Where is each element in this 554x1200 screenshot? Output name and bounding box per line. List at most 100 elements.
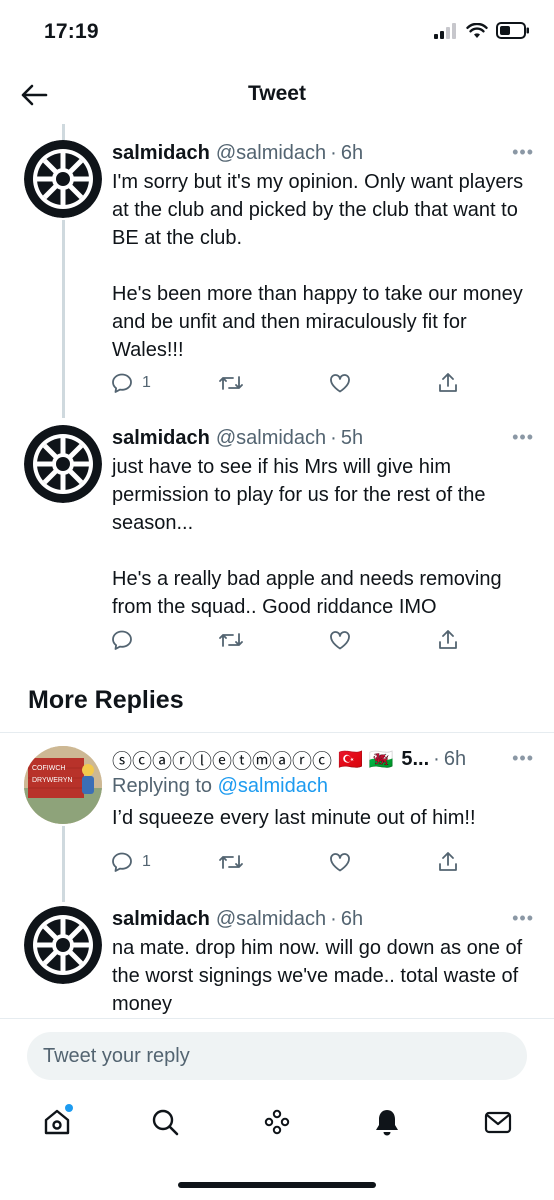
- tab-search[interactable]: [145, 1102, 185, 1142]
- tweet-body: salmidach @salmidach · 6h ••• na mate. d…: [112, 906, 534, 1018]
- tweet-header: salmidach @salmidach · 5h •••: [112, 425, 534, 451]
- reply-button[interactable]: 1: [110, 370, 151, 396]
- more-options-icon[interactable]: •••: [512, 142, 534, 163]
- reply-button[interactable]: [110, 627, 134, 653]
- avatar[interactable]: [24, 140, 102, 218]
- more-options-icon[interactable]: •••: [512, 748, 534, 769]
- tab-spaces[interactable]: [257, 1102, 297, 1142]
- status-bar: 17:19: [0, 0, 554, 66]
- more-options-icon[interactable]: •••: [512, 427, 534, 448]
- separator-dot: ·: [433, 747, 440, 770]
- notifications-icon: [376, 1110, 398, 1136]
- username[interactable]: @salmidach: [216, 908, 326, 931]
- username[interactable]: 5...: [401, 748, 429, 771]
- reply-composer: [0, 1018, 554, 1092]
- reply-icon: [112, 852, 132, 872]
- separator-dot: ·: [330, 426, 337, 449]
- display-name[interactable]: salmidach: [112, 427, 210, 450]
- more-replies-heading: More Replies: [28, 686, 184, 714]
- share-icon: [439, 373, 457, 392]
- empire-emblem-icon: [24, 140, 102, 218]
- timestamp[interactable]: 6h: [444, 748, 466, 771]
- separator-dot: ·: [330, 141, 337, 164]
- navigation-bar: Tweet: [0, 66, 554, 124]
- tweet[interactable]: COFIWCH DRYWERYN ⓢⓒⓐⓡⓛⓔⓣⓜⓐⓡⓒ 🇹🇷 🏴󠁧󠁢󠁷󠁬󠁳󠁿 …: [0, 746, 554, 886]
- retweet-icon: [219, 633, 243, 647]
- avatar[interactable]: [24, 906, 102, 984]
- avatar[interactable]: [24, 425, 102, 503]
- empire-emblem-icon: [24, 425, 102, 503]
- tweet-actions: [110, 627, 480, 653]
- tweet-text: na mate. drop him now. will go down as o…: [112, 937, 528, 1015]
- tweet[interactable]: salmidach @salmidach · 6h ••• na mate. d…: [0, 906, 554, 1018]
- retweet-button[interactable]: [218, 627, 244, 653]
- tweet-actions: 1: [110, 370, 480, 396]
- tweet-text: I’d squeeze every last minute out of him…: [112, 807, 476, 829]
- empire-emblem-icon: [24, 906, 102, 984]
- timestamp[interactable]: 6h: [341, 142, 363, 165]
- tweet-body: salmidach @salmidach · 5h ••• just have …: [112, 425, 534, 621]
- heart-icon: [330, 631, 350, 650]
- tab-messages[interactable]: [478, 1102, 518, 1142]
- messages-icon: [484, 1111, 512, 1134]
- display-name[interactable]: salmidach: [112, 142, 210, 165]
- replying-to-mention[interactable]: @salmidach: [218, 775, 328, 797]
- share-icon: [439, 852, 457, 871]
- spaces-icon: [264, 1109, 290, 1135]
- battery-icon: [496, 22, 529, 39]
- avatar-sign-line2: DRYWERYN: [32, 777, 73, 784]
- reply-icon: [112, 630, 132, 650]
- tab-home[interactable]: [37, 1102, 77, 1142]
- replying-to: Replying to @salmidach: [112, 772, 534, 800]
- share-button[interactable]: [436, 849, 460, 875]
- thread-line: [62, 124, 65, 140]
- display-name[interactable]: salmidach: [112, 908, 210, 931]
- share-button[interactable]: [436, 370, 460, 396]
- section-divider: [0, 672, 554, 673]
- tweet[interactable]: salmidach @salmidach · 5h ••• just have …: [0, 425, 554, 665]
- share-icon: [439, 630, 457, 649]
- tweet-body: ⓢⓒⓐⓡⓛⓔⓣⓜⓐⓡⓒ 🇹🇷 🏴󠁧󠁢󠁷󠁬󠁳󠁿 5... · 6h ••• Rep…: [112, 746, 534, 832]
- more-options-icon[interactable]: •••: [512, 908, 534, 929]
- retweet-icon: [219, 855, 243, 869]
- flag-emojis: 🇹🇷 🏴󠁧󠁢󠁷󠁬󠁳󠁿: [338, 748, 394, 771]
- home-indicator: [178, 1182, 376, 1188]
- reply-input[interactable]: [27, 1032, 527, 1080]
- like-button[interactable]: [328, 370, 352, 396]
- section-divider: [0, 732, 554, 733]
- heart-icon: [330, 853, 350, 872]
- retweet-button[interactable]: [218, 370, 244, 396]
- reply-icon: [112, 373, 132, 393]
- username[interactable]: @salmidach: [216, 142, 326, 165]
- wifi-icon: [466, 22, 488, 38]
- tweet-header: salmidach @salmidach · 6h •••: [112, 140, 534, 166]
- tweet-actions: 1: [110, 849, 480, 875]
- like-button[interactable]: [328, 627, 352, 653]
- separator-dot: ·: [330, 907, 337, 930]
- share-button[interactable]: [436, 627, 460, 653]
- tab-notifications[interactable]: [367, 1102, 407, 1142]
- timestamp[interactable]: 5h: [341, 427, 363, 450]
- replying-to-label: Replying to: [112, 775, 213, 797]
- tweet[interactable]: salmidach @salmidach · 6h ••• I'm sorry …: [0, 140, 554, 410]
- username[interactable]: @salmidach: [216, 427, 326, 450]
- page-title: Tweet: [248, 82, 306, 105]
- retweet-button[interactable]: [218, 849, 244, 875]
- profile-photo: COFIWCH DRYWERYN: [24, 746, 102, 824]
- tweet-header: ⓢⓒⓐⓡⓛⓔⓣⓜⓐⓡⓒ 🇹🇷 🏴󠁧󠁢󠁷󠁬󠁳󠁿 5... · 6h •••: [112, 745, 534, 774]
- timestamp[interactable]: 6h: [341, 908, 363, 931]
- reply-count: 1: [142, 853, 151, 870]
- cellular-signal-icon: [434, 22, 456, 39]
- avatar-sign-line1: COFIWCH: [32, 765, 65, 772]
- reply-count: 1: [142, 374, 151, 391]
- heart-icon: [330, 374, 350, 393]
- tweet-text: just have to see if his Mrs will give hi…: [112, 456, 502, 618]
- tweet-body: salmidach @salmidach · 6h ••• I'm sorry …: [112, 140, 534, 364]
- status-time: 17:19: [44, 20, 99, 43]
- tweet-text: I'm sorry but it's my opinion. Only want…: [112, 171, 524, 361]
- retweet-icon: [219, 376, 243, 390]
- display-name[interactable]: ⓢⓒⓐⓡⓛⓔⓣⓜⓐⓡⓒ: [112, 745, 332, 774]
- reply-button[interactable]: 1: [110, 849, 151, 875]
- avatar[interactable]: COFIWCH DRYWERYN: [24, 746, 102, 824]
- like-button[interactable]: [328, 849, 352, 875]
